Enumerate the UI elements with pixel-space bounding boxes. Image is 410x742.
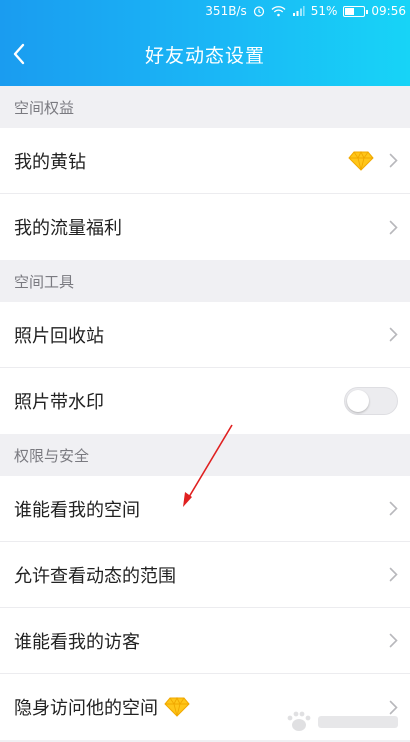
watermark-toggle[interactable]	[344, 387, 398, 415]
section-header-space-tools: 空间工具	[0, 260, 410, 302]
chevron-right-icon	[386, 217, 400, 237]
chevron-right-icon	[386, 151, 400, 171]
row-label: 谁能看我的空间	[14, 499, 140, 521]
back-button[interactable]	[4, 36, 34, 72]
row-photo-recycle-bin[interactable]: 照片回收站	[0, 302, 410, 368]
section-header-privacy-security: 权限与安全	[0, 434, 410, 476]
clock: 09:56	[371, 4, 406, 18]
row-label: 我的黄钻	[14, 151, 86, 173]
page-title: 好友动态设置	[144, 44, 265, 67]
chevron-right-icon	[386, 499, 400, 519]
yellow-diamond-icon	[348, 150, 374, 171]
row-who-can-see-my-visitors[interactable]: 谁能看我的访客	[0, 608, 410, 674]
row-my-yellow-diamond[interactable]: 我的黄钻	[0, 128, 410, 194]
battery-icon	[343, 5, 369, 17]
row-my-traffic-benefits[interactable]: 我的流量福利	[0, 194, 410, 260]
yellow-diamond-icon	[164, 697, 190, 717]
toggle-knob	[347, 390, 369, 412]
signal-icon	[292, 5, 305, 17]
row-photo-watermark: 照片带水印	[0, 368, 410, 434]
row-label: 谁能看我的访客	[14, 631, 140, 653]
row-label: 照片带水印	[14, 392, 104, 413]
app-header: 351B/s 51% 09:56 好友动态设置	[0, 0, 410, 86]
baidu-jingyan-watermark	[287, 711, 398, 731]
wifi-icon	[271, 5, 286, 17]
row-label: 隐身访问他的空间	[14, 698, 158, 719]
net-speed: 351B/s	[205, 4, 247, 18]
battery-percent: 51%	[310, 4, 338, 18]
section-header-space-rights: 空间权益	[0, 86, 410, 128]
settings-list: 空间权益 我的黄钻 我的流量福利 空间工具 照片回收站 照片带水印 权限与安全 …	[0, 86, 410, 740]
status-bar: 351B/s 51% 09:56	[0, 0, 410, 22]
row-who-can-see-my-space[interactable]: 谁能看我的空间	[0, 476, 410, 542]
chevron-right-icon	[386, 631, 400, 651]
nav-bar: 好友动态设置	[0, 22, 410, 86]
chevron-right-icon	[386, 565, 400, 585]
row-allowed-feed-range[interactable]: 允许查看动态的范围	[0, 542, 410, 608]
row-label: 我的流量福利	[14, 218, 122, 239]
alarm-icon	[253, 5, 265, 17]
chevron-right-icon	[386, 325, 400, 345]
row-label: 允许查看动态的范围	[14, 565, 176, 587]
row-label: 照片回收站	[14, 325, 104, 347]
chevron-left-icon	[13, 43, 25, 65]
